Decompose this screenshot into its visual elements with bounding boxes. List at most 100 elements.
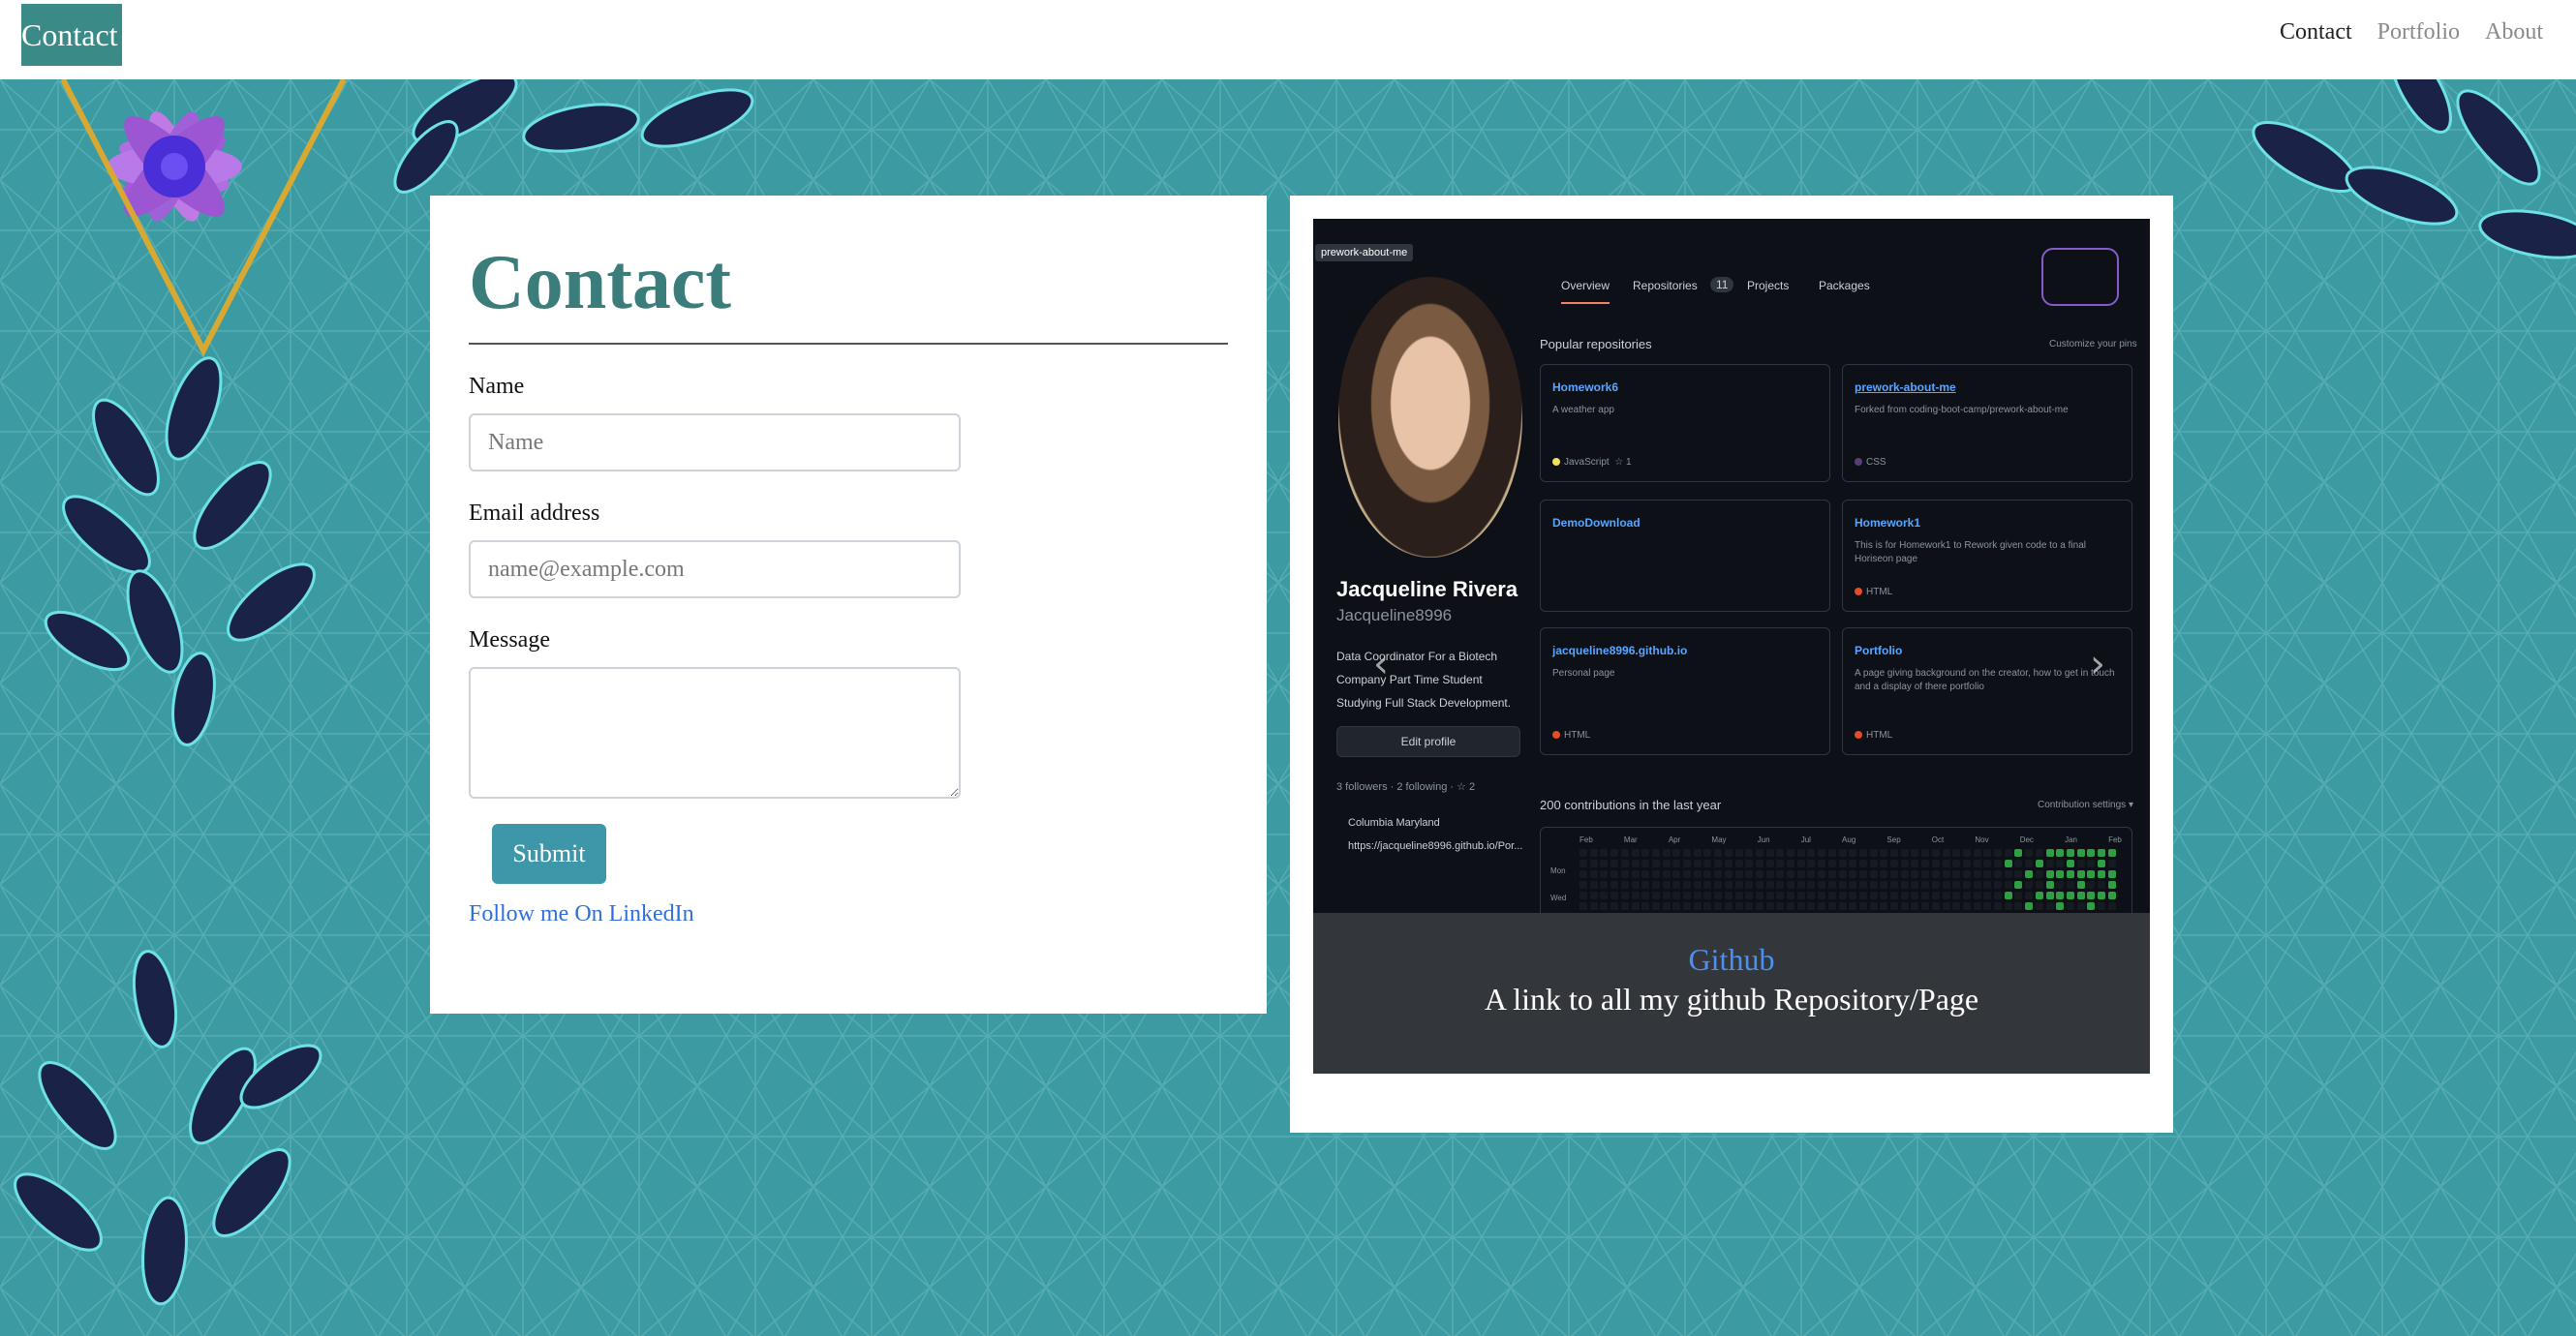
contribution-cell	[1683, 902, 1691, 910]
contribution-cell	[1672, 902, 1681, 910]
contribution-cell	[1942, 870, 1950, 878]
contribution-cell	[1776, 902, 1785, 910]
contribution-cell	[2066, 849, 2074, 857]
contribution-cell	[1890, 892, 1898, 899]
contribution-cell	[1641, 902, 1650, 910]
submit-button[interactable]: Submit	[492, 824, 606, 884]
contribution-cell	[1952, 870, 1961, 878]
contribution-cell	[1724, 870, 1733, 878]
contribution-cell	[1952, 849, 1961, 857]
email-input[interactable]	[469, 540, 961, 598]
contribution-cell	[1651, 881, 1660, 889]
contribution-cell	[1672, 860, 1681, 867]
navbar-brand[interactable]: Contact	[21, 4, 122, 66]
carousel-caption: Github A link to all my github Repositor…	[1313, 913, 2150, 1074]
nav-link-portfolio[interactable]: Portfolio	[2377, 19, 2460, 46]
contribution-cell	[2025, 892, 2034, 899]
contribution-cell	[2014, 849, 2023, 857]
contribution-cell	[1672, 870, 1681, 878]
contribution-cell	[1890, 860, 1898, 867]
contribution-cell	[1776, 849, 1785, 857]
contribution-cell	[1579, 860, 1587, 867]
contribution-graph: Feb Mar Apr May Jun Jul Aug Sep Oct Nov Dec Jan Feb …	[1540, 827, 2132, 924]
linkedin-link[interactable]: Follow me On LinkedIn	[469, 901, 694, 927]
chevron-right-icon: ›	[2090, 642, 2105, 686]
contribution-cell	[1755, 849, 1763, 857]
nav-link-about[interactable]: About	[2485, 19, 2543, 46]
contribution-cell	[2076, 881, 2085, 889]
contribution-cell	[1869, 892, 1878, 899]
contribution-cell	[1734, 902, 1743, 910]
contribution-cell	[1807, 902, 1816, 910]
contribution-cell	[2014, 881, 2023, 889]
repo-card: DemoDownload	[1540, 500, 1830, 612]
contribution-cell	[1620, 892, 1629, 899]
contribution-cell	[2098, 892, 2105, 899]
github-link[interactable]: Github	[1313, 942, 2150, 978]
contribution-cell	[1973, 892, 1981, 899]
github-screenshot[interactable]: prework-about-me Jacqueline Rivera Jacqu…	[1313, 219, 2150, 924]
contribution-cell	[1579, 892, 1587, 899]
carousel-prev-button[interactable]: ‹	[1362, 635, 1400, 693]
email-label: Email address	[469, 501, 600, 526]
contribution-cell	[1994, 849, 2002, 857]
contribution-cell	[1745, 870, 1754, 878]
nav-links: Contact Portfolio About	[2280, 19, 2543, 46]
contribution-cell	[1869, 870, 1878, 878]
contribution-cell	[1703, 881, 1712, 889]
contribution-cell	[1931, 870, 1940, 878]
contribution-month: Oct	[1931, 835, 1945, 844]
contribution-cell	[1662, 892, 1671, 899]
contribution-cell	[2087, 892, 2096, 899]
contribution-cell	[2035, 860, 2043, 867]
contribution-cell	[1787, 849, 1794, 857]
customize-pins-link: Customize your pins	[2049, 339, 2137, 349]
contribution-cell	[1745, 849, 1754, 857]
background-pattern	[0, 79, 2576, 1336]
contribution-cell	[1962, 870, 1971, 878]
contribution-cell	[1745, 860, 1754, 867]
contribution-cell	[1921, 881, 1930, 889]
contribution-cell	[2098, 902, 2105, 910]
contribution-cell	[2056, 892, 2065, 899]
contribution-cell	[1765, 881, 1774, 889]
contribution-cell	[1911, 881, 1919, 889]
contribution-cell	[1807, 860, 1816, 867]
contribution-cell	[1641, 849, 1650, 857]
contribution-cell	[2004, 870, 2012, 878]
contribution-cell	[1827, 849, 1836, 857]
contribution-cell	[1714, 849, 1723, 857]
message-label: Message	[469, 627, 550, 653]
nav-link-contact[interactable]: Contact	[2280, 19, 2352, 46]
contribution-cell	[1973, 870, 1981, 878]
contribution-cell	[1651, 849, 1660, 857]
contribution-month: Nov	[1975, 835, 1989, 844]
contribution-cell	[2066, 860, 2074, 867]
contribution-cell	[1880, 870, 1888, 878]
contribution-cell	[2056, 881, 2065, 889]
contribution-cell	[1880, 860, 1888, 867]
contribution-cell	[1994, 860, 2002, 867]
contribution-cell	[2014, 870, 2023, 878]
contribution-cell	[1765, 902, 1774, 910]
contribution-cell	[1693, 892, 1702, 899]
contribution-cell	[1776, 870, 1785, 878]
name-input[interactable]	[469, 413, 961, 471]
contribution-cell	[1589, 860, 1598, 867]
contribution-cell	[1620, 870, 1629, 878]
contribution-cell	[1869, 881, 1878, 889]
contribution-cell	[2004, 881, 2012, 889]
profile-username: Jacqueline8996	[1336, 606, 1453, 624]
contribution-cell	[2004, 849, 2012, 857]
contribution-cell	[2076, 870, 2085, 878]
navbar: Contact Contact Portfolio About	[0, 0, 2576, 79]
contribution-cell	[1765, 860, 1774, 867]
contribution-cell	[1994, 870, 2002, 878]
message-textarea[interactable]	[469, 667, 961, 799]
contribution-cell	[1683, 892, 1691, 899]
contribution-cell	[1849, 881, 1857, 889]
contribution-cell	[1838, 902, 1847, 910]
contribution-cell	[1765, 849, 1774, 857]
carousel-next-button[interactable]: ›	[2078, 635, 2117, 693]
repo-name: Homework1	[1855, 516, 1921, 530]
